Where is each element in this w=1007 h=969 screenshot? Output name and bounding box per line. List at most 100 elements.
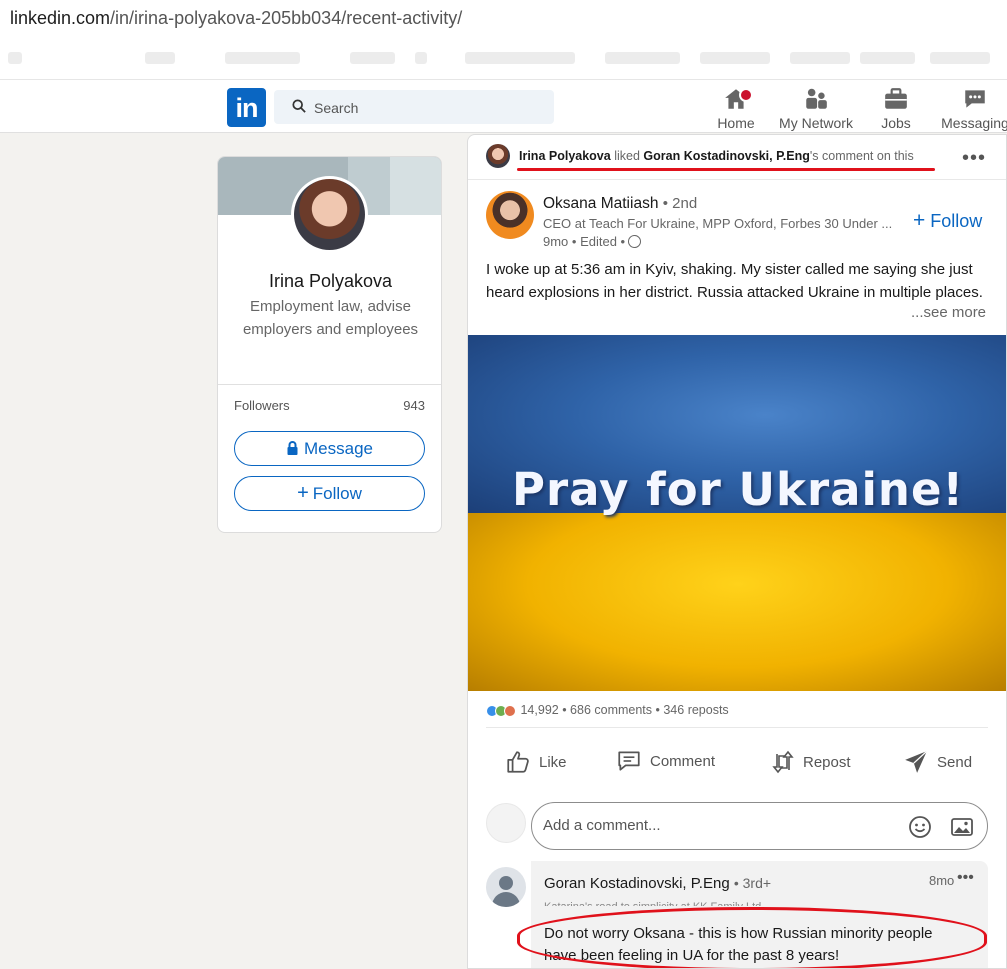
search-input[interactable]: Search bbox=[274, 90, 554, 124]
activity-text: Irina Polyakova liked Goran Kostadinovsk… bbox=[519, 149, 914, 163]
repost-label: Repost bbox=[803, 753, 851, 771]
activity-actor[interactable]: Irina Polyakova bbox=[519, 149, 611, 163]
author-degree: • 2nd bbox=[662, 195, 698, 212]
follow-author-button[interactable]: + Follow bbox=[913, 209, 982, 233]
profile-name[interactable]: Irina Polyakova bbox=[218, 271, 441, 292]
plus-icon: + bbox=[297, 482, 309, 504]
repost-icon bbox=[772, 750, 794, 774]
bookmark-item[interactable] bbox=[790, 52, 850, 64]
commenter-headline: Katarina's road to simplicity at KK Fami… bbox=[544, 897, 844, 906]
profile-headline: Employment law, advise employers and emp… bbox=[242, 298, 419, 338]
profile-card: Irina Polyakova Employment law, advise e… bbox=[217, 156, 442, 533]
bookmark-item[interactable] bbox=[225, 52, 300, 64]
activity-target[interactable]: Goran Kostadinovski, P.Eng bbox=[643, 149, 809, 163]
people-icon bbox=[771, 86, 861, 112]
reaction-icons bbox=[486, 705, 516, 720]
search-placeholder: Search bbox=[314, 100, 359, 116]
plus-icon: + bbox=[913, 209, 926, 232]
profile-avatar[interactable] bbox=[291, 176, 368, 253]
notification-badge bbox=[739, 88, 753, 102]
follow-profile-button[interactable]: + Follow bbox=[234, 476, 425, 511]
more-options-icon[interactable]: ••• bbox=[962, 147, 986, 170]
message-button-label: Message bbox=[304, 439, 373, 458]
like-label: Like bbox=[539, 753, 567, 771]
post-meta-text: 9mo • Edited • bbox=[543, 234, 626, 249]
send-button[interactable]: Send bbox=[903, 749, 972, 775]
author-avatar[interactable] bbox=[486, 191, 534, 239]
search-icon bbox=[292, 99, 306, 113]
annotation-ellipse bbox=[517, 907, 987, 968]
commenter-avatar[interactable] bbox=[486, 867, 526, 907]
comment-label: Comment bbox=[650, 752, 716, 770]
send-label: Send bbox=[937, 753, 973, 771]
activity-header: Irina Polyakova liked Goran Kostadinovsk… bbox=[468, 135, 1006, 179]
bookmark-icon[interactable] bbox=[8, 52, 22, 64]
send-icon bbox=[905, 750, 928, 773]
bookmark-item[interactable] bbox=[605, 52, 680, 64]
current-user-avatar bbox=[486, 803, 526, 843]
followers-count: 943 bbox=[403, 398, 425, 413]
social-counts[interactable]: 14,992 • 686 comments • 346 reposts bbox=[486, 703, 729, 720]
home-icon bbox=[691, 86, 781, 112]
bookmark-item[interactable] bbox=[350, 52, 395, 64]
followers-label: Followers bbox=[234, 398, 290, 413]
author-headline: CEO at Teach For Ukraine, MPP Oxford, Fo… bbox=[543, 216, 893, 231]
globe-icon bbox=[628, 235, 642, 248]
post-meta: 9mo • Edited • bbox=[543, 234, 642, 249]
nav-home[interactable]: Home bbox=[691, 84, 781, 131]
comment-options-icon[interactable]: ••• bbox=[957, 869, 974, 887]
post-text: I woke up at 5:36 am in Kyiv, shaking. M… bbox=[486, 261, 983, 301]
bookmarks-bar bbox=[0, 36, 1007, 80]
post-image-caption: Pray for Ukraine! bbox=[511, 463, 965, 516]
author-name-text: Oksana Matiiash bbox=[543, 195, 659, 212]
url-path: /in/irina-polyakova-205bb034/recent-acti… bbox=[110, 8, 463, 28]
repost-button[interactable]: Repost bbox=[771, 749, 851, 775]
nav-messaging[interactable]: Messaging bbox=[930, 84, 1007, 131]
like-button[interactable]: Like bbox=[505, 749, 567, 775]
annotation-underline bbox=[517, 168, 935, 171]
thumbs-up-icon bbox=[507, 751, 529, 773]
nav-home-label: Home bbox=[717, 115, 755, 131]
bookmark-item[interactable] bbox=[700, 52, 770, 64]
follow-author-label: Follow bbox=[930, 211, 983, 231]
image-icon[interactable] bbox=[950, 815, 974, 839]
global-nav: in Search Home My Network Jobs Messaging bbox=[0, 80, 1007, 133]
bookmark-item[interactable] bbox=[465, 52, 575, 64]
comment-button[interactable]: Comment bbox=[616, 749, 715, 773]
commenter-degree: • 3rd+ bbox=[733, 875, 772, 891]
divider bbox=[486, 727, 988, 728]
commenter-name-text: Goran Kostadinovski, P.Eng bbox=[544, 875, 730, 892]
comment-icon bbox=[618, 751, 640, 771]
bookmark-item[interactable] bbox=[860, 52, 915, 64]
divider bbox=[468, 179, 1006, 180]
author-name[interactable]: Oksana Matiiash • 2nd bbox=[543, 195, 697, 213]
divider bbox=[218, 384, 441, 385]
briefcase-icon bbox=[851, 86, 941, 112]
activity-verb: liked bbox=[614, 149, 640, 163]
comment-time: 8mo bbox=[929, 873, 955, 888]
reposts-count[interactable]: 346 reposts bbox=[663, 703, 728, 717]
bookmark-item[interactable] bbox=[145, 52, 175, 64]
commenter-name[interactable]: Goran Kostadinovski, P.Eng • 3rd+ bbox=[544, 875, 771, 892]
comment-placeholder: Add a comment... bbox=[543, 817, 661, 834]
nav-my-network[interactable]: My Network bbox=[771, 84, 861, 131]
comments-count[interactable]: 686 comments bbox=[570, 703, 652, 717]
linkedin-logo[interactable]: in bbox=[227, 88, 266, 127]
actor-avatar[interactable] bbox=[486, 144, 510, 168]
feed-post: Irina Polyakova liked Goran Kostadinovsk… bbox=[467, 134, 1007, 969]
emoji-icon[interactable] bbox=[908, 815, 932, 839]
chat-icon bbox=[930, 86, 1007, 112]
see-more-link[interactable]: ...see more bbox=[911, 304, 986, 321]
bookmark-item[interactable] bbox=[930, 52, 990, 64]
reactions-count[interactable]: 14,992 bbox=[520, 703, 558, 717]
message-button[interactable]: Message bbox=[234, 431, 425, 466]
url-domain: linkedin.com bbox=[10, 8, 111, 28]
follow-profile-label: Follow bbox=[312, 484, 362, 503]
nav-my-network-label: My Network bbox=[779, 115, 853, 131]
nav-jobs[interactable]: Jobs bbox=[851, 84, 941, 131]
bookmark-icon[interactable] bbox=[415, 52, 427, 64]
post-image[interactable]: Pray for Ukraine! bbox=[468, 335, 1006, 691]
comment-input[interactable]: Add a comment... bbox=[531, 802, 988, 850]
activity-suffix: 's comment on this bbox=[809, 149, 914, 163]
address-bar[interactable]: linkedin.com/in/irina-polyakova-205bb034… bbox=[0, 0, 1007, 36]
